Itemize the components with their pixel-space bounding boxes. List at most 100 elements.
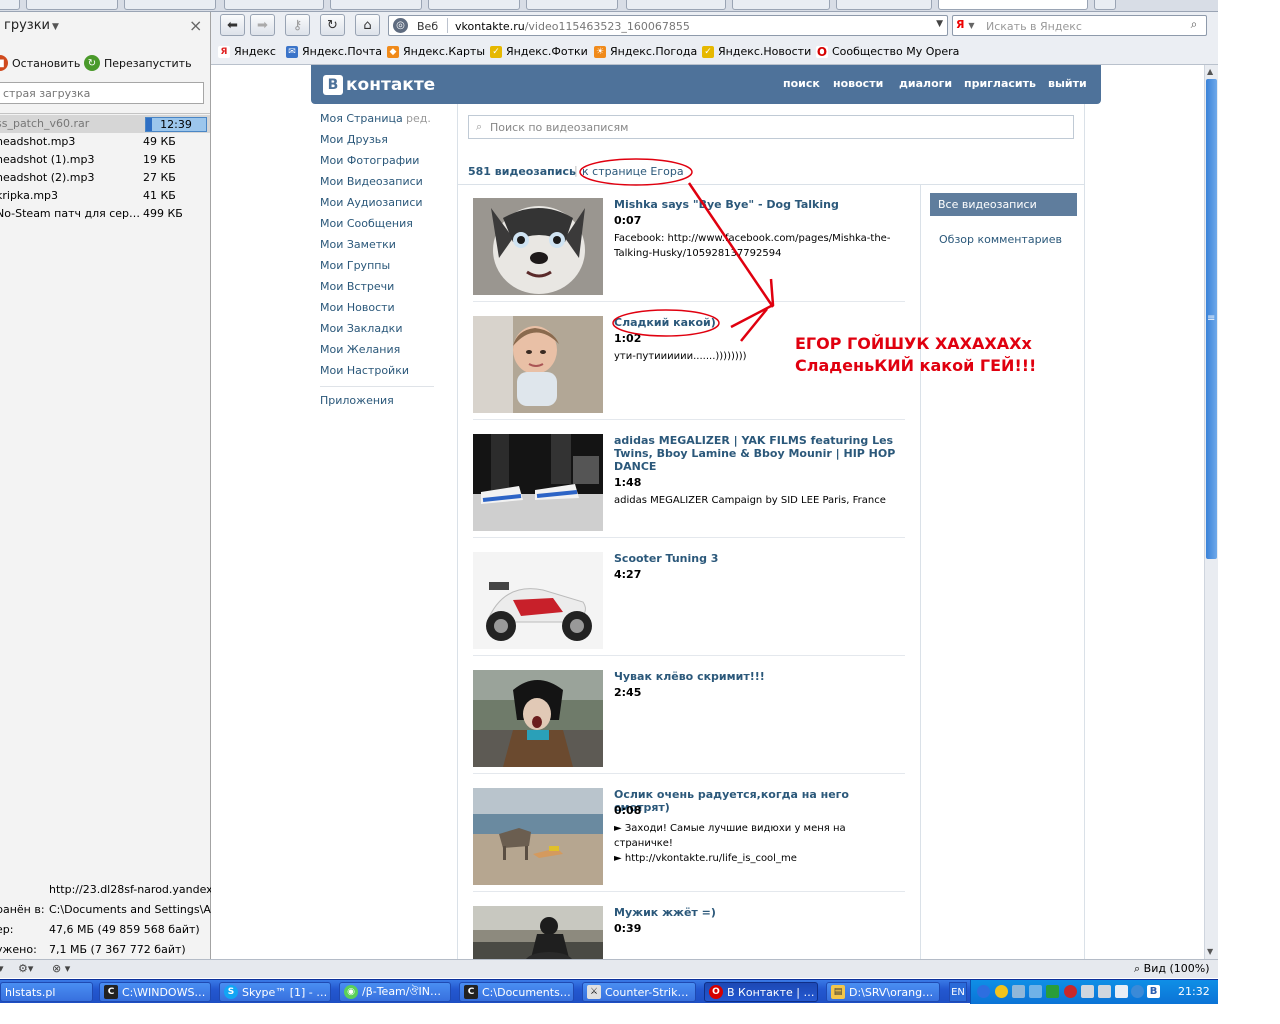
taskbar-item[interactable]: ◉/β-Team/ঔIN…	[339, 982, 451, 1002]
video-thumbnail-donkey[interactable]	[473, 788, 603, 885]
nav-logout[interactable]: выйти	[1048, 77, 1087, 90]
edit-link[interactable]: ред.	[406, 112, 431, 125]
browser-tab[interactable]	[428, 0, 520, 10]
menu-audio[interactable]: Мои Аудиозаписи	[320, 196, 445, 217]
chevron-down-icon[interactable]: ▼	[936, 19, 943, 29]
url-text[interactable]: vkontakte.ru/video115463523_160067855	[455, 20, 690, 33]
video-thumbnail-baby[interactable]	[473, 316, 603, 413]
tray-icon[interactable]	[977, 985, 990, 998]
taskbar-item-active[interactable]: OВ Контакте | …	[704, 982, 818, 1002]
tray-icon[interactable]	[1029, 985, 1042, 998]
zoom-control[interactable]: ⌕ Вид (100%)	[1134, 962, 1210, 976]
taskbar-item[interactable]: C C:\WINDOWS…	[99, 982, 211, 1002]
menu-groups[interactable]: Мои Группы	[320, 259, 445, 280]
forward-button[interactable]: ➡	[250, 14, 275, 36]
nav-news[interactable]: новости	[833, 77, 883, 90]
bookmark-yandex-photos[interactable]: ✓ Яндекс.Фотки	[490, 45, 588, 58]
close-icon[interactable]: ×	[189, 16, 202, 35]
browser-tab[interactable]	[26, 0, 118, 10]
taskbar-item[interactable]: ⚔ Counter-Strik…	[582, 982, 696, 1002]
browser-tab-active[interactable]	[938, 0, 1088, 10]
downloads-filter-input[interactable]	[0, 82, 204, 104]
search-icon[interactable]: ⌕	[1184, 17, 1204, 34]
browser-tab[interactable]	[732, 0, 830, 10]
restart-download-button[interactable]: ↻ Перезапустить	[84, 52, 192, 74]
video-title[interactable]: adidas MEGALIZER | YAK FILMS featuring L…	[614, 434, 904, 473]
taskbar-item[interactable]: ▤ D:\SRV\orang…	[826, 982, 940, 1002]
menu-photos[interactable]: Мои Фотографии	[320, 154, 445, 175]
vk-tray-icon[interactable]: В	[1147, 985, 1160, 998]
back-button[interactable]: ⬅	[220, 14, 245, 36]
video-title[interactable]: Mishka says "Bye Bye" - Dog Talking	[614, 198, 904, 211]
network-icon[interactable]	[1098, 985, 1111, 998]
bookmark-yandex-news[interactable]: ✓ Яндекс.Новости	[702, 45, 811, 58]
downloads-title[interactable]: грузки ▼	[4, 18, 59, 33]
menu-wishes[interactable]: Мои Желания	[320, 343, 445, 364]
browser-tab[interactable]	[626, 0, 726, 10]
address-bar[interactable]: ◎ Веб vkontakte.ru/video115463523_160067…	[388, 15, 948, 36]
tray-icon[interactable]	[1046, 985, 1059, 998]
download-item[interactable]: No-Steam патч для сервер…499 КБ	[0, 205, 210, 223]
menu-settings[interactable]: Мои Настройки	[320, 364, 445, 385]
download-item[interactable]: headshot (1).mp3 19 КБ	[0, 151, 210, 169]
nav-search[interactable]: поиск	[783, 77, 820, 90]
bookmark-my-opera[interactable]: O Сообщество My Opera	[816, 45, 959, 59]
wand-button[interactable]: ⚷	[285, 14, 310, 36]
video-thumbnail-scooter[interactable]	[473, 552, 603, 649]
search-box[interactable]: Я ▼ Искать в Яндекс ⌕	[952, 15, 1207, 36]
bookmark-yandex-weather[interactable]: ☀ Яндекс.Погода	[594, 45, 697, 58]
browser-tab[interactable]	[526, 0, 618, 10]
scroll-up-icon[interactable]: ▲	[1207, 67, 1213, 76]
comments-overview-link[interactable]: Обзор комментариев	[939, 233, 1062, 246]
tray-icon[interactable]	[1064, 985, 1077, 998]
taskbar-item[interactable]: S Skype™ [1] - …	[219, 982, 331, 1002]
menu-friends[interactable]: Мои Друзья	[320, 133, 445, 154]
menu-bookmarks[interactable]: Мои Закладки	[320, 322, 445, 343]
scroll-down-icon[interactable]: ▼	[1207, 947, 1213, 956]
video-thumbnail-adidas[interactable]	[473, 434, 603, 531]
turbo-icon[interactable]: ⊗ ▾	[52, 962, 70, 975]
menu-news[interactable]: Мои Новости	[320, 301, 445, 322]
menu-notes[interactable]: Мои Заметки	[320, 238, 445, 259]
browser-tab[interactable]	[124, 0, 216, 10]
video-title[interactable]: Scooter Tuning 3	[614, 552, 904, 565]
volume-icon[interactable]	[1115, 985, 1128, 998]
menu-messages[interactable]: Мои Сообщения	[320, 217, 445, 238]
stop-download-button[interactable]: ■ Остановить	[0, 52, 80, 74]
browser-tab[interactable]	[0, 0, 20, 10]
tray-icon[interactable]	[1012, 985, 1025, 998]
clock[interactable]: 21:32	[1178, 985, 1210, 998]
share-icon[interactable]: ⚙▾	[18, 962, 33, 975]
video-title[interactable]: Ослик очень радуется,когда на него смотр…	[614, 788, 904, 814]
back-to-profile-link[interactable]: к странице Егора	[582, 165, 684, 178]
browser-tab[interactable]	[836, 0, 932, 10]
browser-tab[interactable]	[224, 0, 324, 10]
tray-icon[interactable]	[1131, 985, 1144, 998]
taskbar-item[interactable]: hlstats.pl	[0, 982, 93, 1002]
video-search-input[interactable]: ⌕ Поиск по видеозаписям	[468, 115, 1074, 139]
chevron-down-icon[interactable]: ▾	[0, 962, 4, 975]
reload-button[interactable]: ↻	[320, 14, 345, 36]
menu-my-page[interactable]: Моя Страница ред.	[320, 112, 445, 133]
download-item[interactable]: ss_patch_v60.rar 12:39	[0, 115, 210, 133]
menu-events[interactable]: Мои Встречи	[320, 280, 445, 301]
video-thumbnail-moto[interactable]	[473, 906, 603, 959]
browser-tab[interactable]	[330, 0, 422, 10]
home-button[interactable]: ⌂	[355, 14, 380, 36]
download-item[interactable]: kripka.mp3 41 КБ	[0, 187, 210, 205]
nav-dialogs[interactable]: диалоги	[899, 77, 952, 90]
bookmark-yandex-maps[interactable]: ◆ Яндекс.Карты	[387, 45, 485, 58]
all-videos-button[interactable]: Все видеозаписи	[930, 193, 1077, 216]
download-item[interactable]: headshot.mp3 49 КБ	[0, 133, 210, 151]
new-tab-button[interactable]	[1094, 0, 1116, 10]
video-title[interactable]: Чувак клёво скримит!!!	[614, 670, 904, 683]
download-item[interactable]: headshot (2).mp3 27 КБ	[0, 169, 210, 187]
vk-logo[interactable]: Вконтакте	[323, 74, 435, 96]
bookmark-yandex[interactable]: Я Яндекс	[218, 45, 276, 58]
nav-invite[interactable]: пригласить	[964, 77, 1036, 90]
tray-icon[interactable]	[995, 985, 1008, 998]
video-title[interactable]: Мужик жжёт =)	[614, 906, 904, 919]
menu-apps[interactable]: Приложения	[320, 394, 445, 415]
menu-videos[interactable]: Мои Видеозаписи	[320, 175, 445, 196]
taskbar-item[interactable]: C C:\Documents…	[459, 982, 574, 1002]
